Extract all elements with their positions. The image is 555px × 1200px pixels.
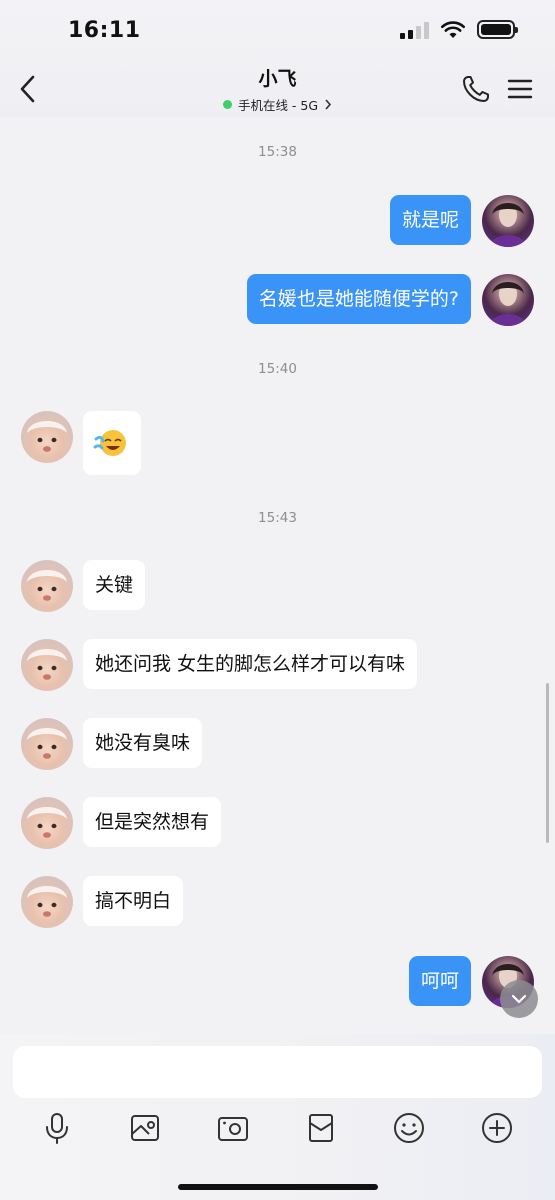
my-avatar-image <box>490 203 526 247</box>
contact-avatar[interactable] <box>21 411 73 463</box>
online-status-text: 手机在线 - 5G <box>237 98 319 113</box>
contact-avatar-image <box>27 807 67 838</box>
my-avatar[interactable] <box>482 195 534 247</box>
my-avatar-image <box>490 282 526 326</box>
contact-avatar[interactable] <box>21 718 73 770</box>
menu-icon[interactable] <box>507 76 533 102</box>
timestamp: 15:40 <box>258 361 297 377</box>
message-input[interactable] <box>13 1046 542 1098</box>
my-avatar[interactable] <box>482 274 534 326</box>
contact-avatar-image <box>27 649 67 680</box>
status-icons <box>400 20 518 39</box>
composer-toolbar <box>0 1110 555 1150</box>
message-list[interactable]: 15:38 就是呢 名媛也是她能随便学的? 15:40 15:43 关键 她还问… <box>0 118 555 1034</box>
scroll-to-bottom-button[interactable] <box>500 980 538 1018</box>
outgoing-message-bubble[interactable]: 呵呵 <box>408 956 471 1006</box>
phone-call-icon[interactable] <box>461 74 491 104</box>
microphone-icon[interactable] <box>39 1110 75 1146</box>
incoming-message-bubble[interactable]: 搞不明白 <box>83 876 184 926</box>
emoji-icon[interactable] <box>391 1110 427 1146</box>
timestamp: 15:43 <box>258 510 297 526</box>
red-packet-icon[interactable] <box>303 1110 339 1146</box>
laughing-crying-emoji-icon <box>93 430 126 456</box>
battery-icon <box>477 20 518 39</box>
outgoing-message-bubble[interactable]: 就是呢 <box>389 195 471 245</box>
composer-area <box>0 1034 555 1200</box>
incoming-message-bubble[interactable]: 关键 <box>83 560 146 610</box>
scrollbar[interactable] <box>546 683 549 843</box>
online-dot-icon <box>222 100 232 109</box>
wifi-icon <box>441 20 465 38</box>
cellular-signal-icon <box>400 21 429 39</box>
contact-avatar[interactable] <box>21 876 73 928</box>
chevron-down-icon <box>511 994 527 1004</box>
contact-avatar-image <box>27 886 67 917</box>
home-indicator <box>178 1184 378 1190</box>
camera-icon[interactable] <box>215 1110 251 1146</box>
contact-avatar[interactable] <box>21 560 73 612</box>
incoming-message-bubble[interactable]: 她没有臭味 <box>83 718 203 768</box>
status-time: 16:11 <box>68 18 141 43</box>
contact-avatar[interactable] <box>21 639 73 691</box>
image-icon[interactable] <box>127 1110 163 1146</box>
top-bar: 16:11 小飞 手机在线 - 5G <box>0 0 555 118</box>
contact-avatar-image <box>27 421 67 452</box>
contact-avatar-image <box>27 570 67 601</box>
plus-icon[interactable] <box>479 1110 515 1146</box>
emoji-message-bubble[interactable] <box>83 411 141 475</box>
contact-avatar[interactable] <box>21 797 73 849</box>
timestamp: 15:38 <box>258 144 297 160</box>
incoming-message-bubble[interactable]: 但是突然想有 <box>83 797 222 847</box>
incoming-message-bubble[interactable]: 她还问我 女生的脚怎么样才可以有味 <box>83 639 418 689</box>
outgoing-message-bubble[interactable]: 名媛也是她能随便学的? <box>246 274 471 324</box>
contact-avatar-image <box>27 728 67 759</box>
chevron-right-icon <box>325 99 332 110</box>
